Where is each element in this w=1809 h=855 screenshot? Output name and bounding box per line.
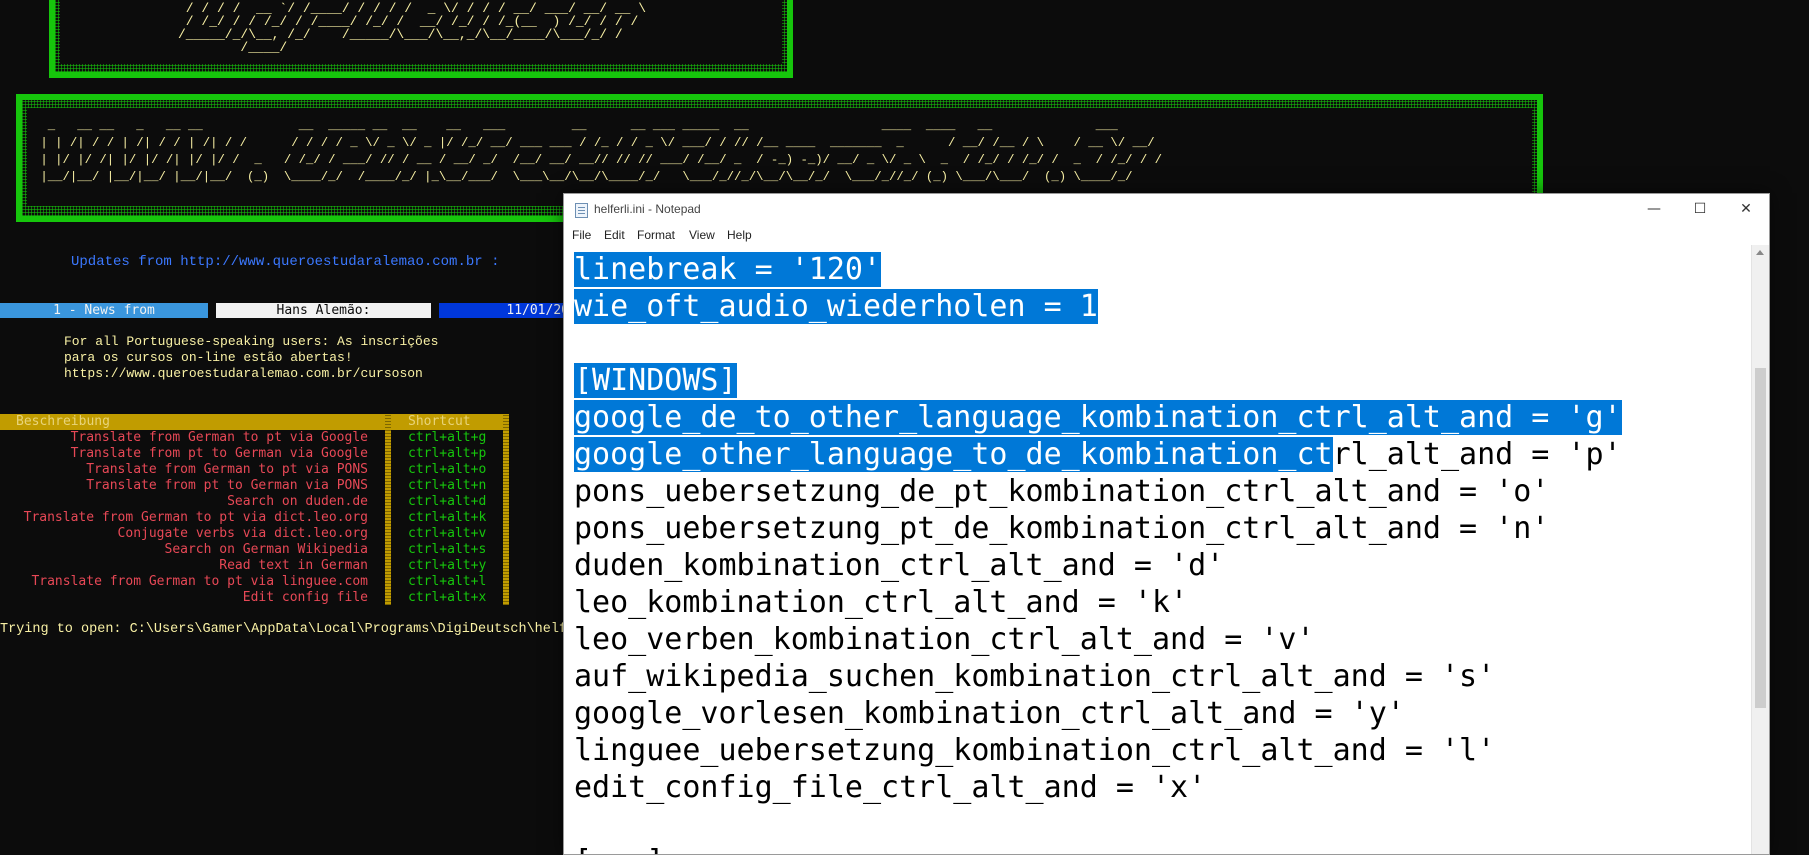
unselected-text: pons_uebersetzung_de_pt_kombination_ctrl… xyxy=(574,474,1550,509)
menu-file[interactable]: File xyxy=(572,228,591,242)
shortcut-key: ctrl+alt+k xyxy=(408,510,487,525)
shortcut-desc: Read text in German xyxy=(219,558,368,573)
shortcut-desc: Translate from German to pt via PONS xyxy=(86,462,368,477)
text-line: [...] xyxy=(574,843,664,854)
news-body: For all Portuguese-speaking users: As in… xyxy=(64,334,439,381)
unselected-text: edit_config_file_ctrl_alt_and = 'x' xyxy=(574,770,1207,805)
unselected-text: google_vorlesen_kombination_ctrl_alt_and… xyxy=(574,696,1405,731)
shortcut-desc: Edit config file xyxy=(242,590,368,605)
text-line: duden_kombination_ctrl_alt_and = 'd' xyxy=(574,547,1224,584)
text-line: [WINDOWS] xyxy=(574,362,737,399)
unselected-text: duden_kombination_ctrl_alt_and = 'd' xyxy=(574,548,1225,583)
text-line: linguee_uebersetzung_kombination_ctrl_al… xyxy=(574,732,1495,769)
notepad-window[interactable]: helferli.ini - Notepad — ☐ ✕ File Edit F… xyxy=(563,193,1770,855)
table-header: Beschreibung Shortcut xyxy=(0,414,509,430)
shortcut-key: ctrl+alt+p xyxy=(408,446,487,461)
banner-top-ascii: / / / / __ `/ /____/ / / / / _ \/ / / / … xyxy=(178,1,647,55)
menu-help[interactable]: Help xyxy=(727,228,752,242)
news-cell-3: 11/01/20 xyxy=(439,303,569,318)
unselected-text: leo_kombination_ctrl_alt_and = 'k' xyxy=(574,585,1189,620)
updates-text: Updates from http://www.queroestudaralem… xyxy=(71,254,500,270)
text-line: leo_kombination_ctrl_alt_and = 'k' xyxy=(574,584,1188,621)
text-line: leo_verben_kombination_ctrl_alt_and = 'v… xyxy=(574,621,1315,658)
shortcut-key: ctrl+alt+s xyxy=(408,542,487,557)
unselected-text: [...] xyxy=(574,844,664,854)
selected-text: google_other_language_to_de_kombination_… xyxy=(574,437,1333,472)
news-cell-1: 1 - News from xyxy=(0,303,208,318)
unselected-text: pons_uebersetzung_pt_de_kombination_ctrl… xyxy=(574,511,1550,546)
shortcut-key: ctrl+alt+n xyxy=(408,478,487,493)
shortcut-desc: Search on German Wikipedia xyxy=(164,542,369,557)
trying-open-text: Trying to open: C:\Users\Gamer\AppData\L… xyxy=(0,622,576,637)
notepad-menu-bar: File Edit Format View Help xyxy=(564,225,1769,245)
menu-edit[interactable]: Edit xyxy=(604,228,625,242)
scrollbar-thumb[interactable] xyxy=(1755,368,1766,708)
shortcut-desc: Translate from pt to German via Google xyxy=(70,446,368,461)
minimize-icon[interactable]: — xyxy=(1631,194,1677,225)
col-header-shortcut: Shortcut xyxy=(408,414,471,429)
text-line: google_other_language_to_de_kombination_… xyxy=(574,436,1622,473)
selected-text: linebreak = '120' xyxy=(574,252,882,287)
close-icon[interactable]: ✕ xyxy=(1723,194,1769,225)
notepad-title: helferli.ini - Notepad xyxy=(594,202,701,216)
text-line: wie_oft_audio_wiederholen = 1 xyxy=(574,288,1098,325)
unselected-text: linguee_uebersetzung_kombination_ctrl_al… xyxy=(574,733,1496,768)
selected-text: google_de_to_other_language_kombination_… xyxy=(574,400,1622,435)
shortcut-key: ctrl+alt+x xyxy=(408,590,487,605)
text-line: google_de_to_other_language_kombination_… xyxy=(574,399,1622,436)
table-divider-right xyxy=(503,414,509,605)
menu-view[interactable]: View xyxy=(689,228,715,242)
shortcut-desc: Conjugate verbs via dict.leo.org xyxy=(117,526,368,541)
shortcut-desc: Search on duden.de xyxy=(227,494,368,509)
selected-text: [WINDOWS] xyxy=(574,363,737,398)
shortcut-desc: Translate from pt to German via PONS xyxy=(86,478,368,493)
unselected-text: rl_alt_and = 'p' xyxy=(1332,437,1622,472)
shortcut-desc: Translate from German to pt via Google xyxy=(70,430,368,445)
unselected-text: leo_verben_kombination_ctrl_alt_and = 'v… xyxy=(574,622,1315,657)
shortcut-desc: Translate from German to pt via linguee.… xyxy=(31,574,368,589)
text-line: auf_wikipedia_suchen_kombination_ctrl_al… xyxy=(574,658,1495,695)
unselected-text: auf_wikipedia_suchen_kombination_ctrl_al… xyxy=(574,659,1496,694)
text-line: google_vorlesen_kombination_ctrl_alt_and… xyxy=(574,695,1405,732)
text-line: linebreak = '120' xyxy=(574,251,882,288)
menu-format[interactable]: Format xyxy=(637,228,675,242)
shortcut-key: ctrl+alt+g xyxy=(408,430,487,445)
shortcut-key: ctrl+alt+o xyxy=(408,462,487,477)
shortcut-key: ctrl+alt+y xyxy=(408,558,487,573)
notepad-text-area[interactable]: linebreak = '120' wie_oft_audio_wiederho… xyxy=(564,245,1752,854)
col-header-description: Beschreibung xyxy=(16,414,110,429)
text-line: edit_config_file_ctrl_alt_and = 'x' xyxy=(574,769,1206,806)
table-divider-left xyxy=(385,414,391,605)
shortcut-key: ctrl+alt+l xyxy=(408,574,487,589)
banner-main-ascii: _ __ __ _ __ __ __ _____ __ __ __ ___ __… xyxy=(40,119,1163,184)
text-line: pons_uebersetzung_de_pt_kombination_ctrl… xyxy=(574,473,1549,510)
vertical-scrollbar[interactable] xyxy=(1751,245,1769,854)
shortcut-key: ctrl+alt+v xyxy=(408,526,487,541)
news-cell-2: Hans Alemão: xyxy=(216,303,431,318)
text-line: pons_uebersetzung_pt_de_kombination_ctrl… xyxy=(574,510,1549,547)
selected-text: wie_oft_audio_wiederholen = 1 xyxy=(574,289,1098,324)
notepad-doc-icon xyxy=(575,203,588,218)
shortcut-desc: Translate from German to pt via dict.leo… xyxy=(23,510,368,525)
scroll-up-arrow-icon[interactable] xyxy=(1756,250,1764,255)
shortcut-key: ctrl+alt+d xyxy=(408,494,487,509)
notepad-title-bar[interactable]: helferli.ini - Notepad — ☐ ✕ xyxy=(564,194,1769,225)
maximize-icon[interactable]: ☐ xyxy=(1677,194,1723,225)
